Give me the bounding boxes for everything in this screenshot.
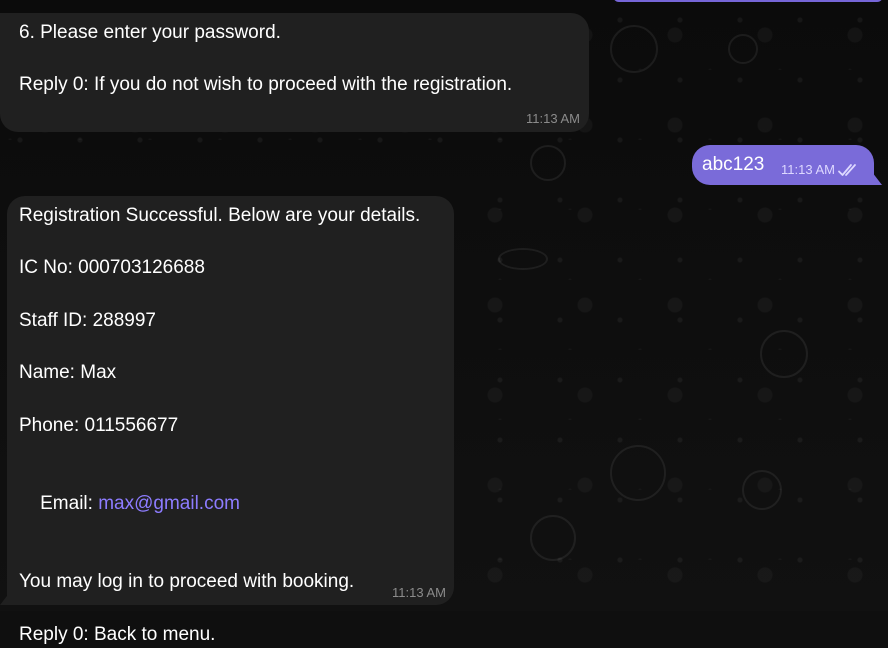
message-spacing: [19, 229, 442, 255]
message-time: 11:13 AM: [781, 162, 835, 177]
email-row: Email: max@gmail.com: [19, 465, 442, 543]
message-spacing: [19, 281, 442, 307]
background-doodle: [610, 25, 658, 73]
message-spacing: [19, 334, 442, 360]
background-doodle: [760, 330, 808, 378]
user-password-message[interactable]: abc123 11:13 AM: [692, 145, 882, 185]
message-time: 11:13 AM: [392, 585, 446, 600]
registration-success-message[interactable]: Registration Successful. Below are your …: [0, 196, 454, 645]
previous-outgoing-bubble-edge: [613, 0, 883, 2]
message-line: Reply 0: If you do not wish to proceed w…: [19, 74, 513, 95]
background-doodle: [742, 470, 782, 510]
menu-reply-instruction: Reply 0: Back to menu.: [19, 623, 216, 645]
message-spacing: [19, 386, 442, 412]
email-link[interactable]: max@gmail.com: [98, 493, 240, 514]
background-doodle: [530, 145, 566, 181]
background-doodle: [728, 34, 758, 64]
email-label: Email:: [40, 492, 99, 514]
message-spacing: [19, 595, 442, 621]
background-doodle: [610, 445, 666, 501]
staff-id: Staff ID: 288997: [19, 309, 156, 331]
background-doodle: [530, 515, 576, 561]
message-time: 11:13 AM: [526, 111, 580, 126]
message-spacing: [19, 439, 442, 465]
double-check-icon: [838, 163, 856, 176]
message-meta: 11:13 AM: [781, 162, 862, 177]
login-note: You may log in to proceed with booking.: [19, 571, 355, 593]
message-spacing: [19, 543, 442, 569]
user-name: Name: Max: [19, 362, 117, 384]
password-prompt-message[interactable]: 6. Please enter your password. Reply 0: …: [0, 13, 589, 132]
phone-number: Phone: 011556677: [19, 414, 179, 436]
message-text: abc123: [702, 154, 765, 175]
background-doodle: [498, 248, 548, 270]
message-line: 6. Please enter your password.: [19, 22, 281, 43]
ic-number: IC No: 000703126688: [19, 257, 205, 279]
message-line: Registration Successful. Below are your …: [19, 205, 421, 226]
